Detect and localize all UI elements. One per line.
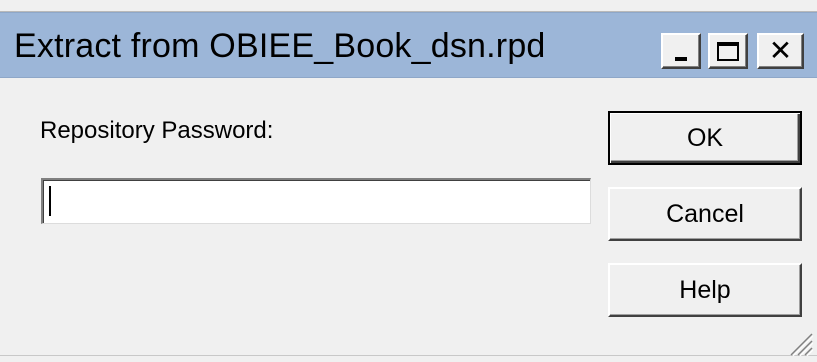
resize-grip-icon[interactable]: [783, 326, 813, 356]
window-top-edge: [0, 0, 817, 12]
maximize-button[interactable]: [708, 33, 748, 69]
minimize-icon: [675, 57, 687, 61]
text-caret: [49, 186, 51, 216]
title-bar[interactable]: Extract from OBIEE_Book_dsn.rpd ✕: [0, 12, 817, 78]
close-icon: ✕: [768, 34, 793, 67]
close-button[interactable]: ✕: [757, 33, 804, 69]
repository-password-input[interactable]: [41, 178, 591, 224]
window-title: Extract from OBIEE_Book_dsn.rpd: [14, 27, 546, 65]
extract-dialog: Extract from OBIEE_Book_dsn.rpd ✕ Reposi…: [0, 0, 817, 362]
cancel-button[interactable]: Cancel: [608, 187, 802, 241]
ok-button[interactable]: OK: [608, 111, 802, 165]
repository-password-label: Repository Password:: [40, 117, 274, 144]
maximize-icon: [717, 41, 739, 61]
minimize-button[interactable]: [661, 33, 701, 69]
window-bottom-edge: [0, 355, 817, 356]
help-button[interactable]: Help: [608, 263, 802, 317]
